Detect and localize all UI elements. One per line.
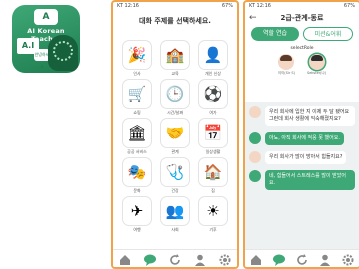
topic-label: 기후 <box>209 227 217 232</box>
status-battery: 67% <box>221 3 233 9</box>
phone-chat-screen: KT 12:16 67% ← 2급-관계-동료 역할 연습 미션&어휘 sele… <box>243 0 359 269</box>
mode-tabs: 역할 연습 미션&어휘 <box>245 25 359 43</box>
topic-label: 교육 <box>171 71 179 76</box>
shopping-cart-icon: 🛒 <box>123 80 151 108</box>
public-building-icon: 🏛 <box>123 119 151 147</box>
chat-title: 2급-관계-동료 <box>280 14 324 22</box>
topic-label: 일상생활 <box>205 149 221 154</box>
avatar <box>278 54 295 70</box>
app-icon[interactable]: A AI Korean Teacher A.I 안녕하세요 <box>12 5 80 73</box>
topic-label: 사회 <box>171 227 179 232</box>
tab-role-practice[interactable]: 역할 연습 <box>251 27 299 41</box>
settings-icon[interactable] <box>341 252 355 266</box>
calendar-icon: 📅 <box>199 119 227 147</box>
topic-item[interactable]: 📅 일상생활 <box>199 119 227 154</box>
topic-item[interactable]: 🏛 공공 서비스 <box>123 119 151 154</box>
topic-item[interactable]: ✈ 여행 <box>123 197 151 232</box>
topic-item[interactable]: 👤 개인 신상 <box>199 41 227 76</box>
tab-mission-vocab[interactable]: 미션&어휘 <box>303 27 353 41</box>
bottom-nav <box>245 249 359 267</box>
chat-header: ← 2급-관계-동료 <box>245 11 359 25</box>
topic-item[interactable]: 👥 사회 <box>161 197 189 232</box>
handshake-icon: 🤝 <box>161 119 189 147</box>
user-avatar <box>249 151 261 163</box>
school-icon: 🏫 <box>161 41 189 69</box>
topic-label: 여가 <box>209 110 217 115</box>
profile-icon[interactable] <box>318 252 332 266</box>
profile-icon[interactable] <box>193 252 207 266</box>
message-text: 우리 회사에 입한 지 이제 두 달 됐어요 그런데 회사 생활에 익숙해졌지요… <box>265 106 355 126</box>
society-icon: 👥 <box>161 197 189 225</box>
refresh-icon[interactable] <box>295 252 309 266</box>
person-icon: 👤 <box>199 41 227 69</box>
status-bar: KT 12:16 67% <box>113 2 237 11</box>
first-aid-icon: 🩺 <box>161 158 189 186</box>
message-text: 아뇨, 아직 회사에 적응 못 했어요. <box>265 132 344 145</box>
topic-item[interactable]: 🕒 시간/날짜 <box>161 80 189 115</box>
gear-icon <box>53 41 73 61</box>
topic-item[interactable]: 🎉 인사 <box>123 41 151 76</box>
status-time: KT 12:16 <box>117 3 139 9</box>
role-option[interactable]: 이이(Sir S) <box>278 54 295 76</box>
topic-label: 건강 <box>171 188 179 193</box>
house-icon: 🏠 <box>199 158 227 186</box>
topic-item[interactable]: 🏠 집 <box>199 158 227 193</box>
topic-label: 집 <box>211 188 215 193</box>
select-role-label: selectRole <box>290 46 314 51</box>
chat-area: 우리 회사에 입한 지 이제 두 달 됐어요 그런데 회사 생활에 익숙해졌지요… <box>245 102 359 249</box>
role-name: Sekster(나) <box>306 71 327 75</box>
status-battery: 67% <box>343 3 355 9</box>
chat-message: 우리 회사에 입한 지 이제 두 달 됐어요 그런데 회사 생활에 익숙해졌지요… <box>249 106 355 126</box>
topic-item[interactable]: ⚽ 여가 <box>199 80 227 115</box>
chat-message: 아뇨, 아직 회사에 적응 못 했어요. <box>249 132 355 145</box>
brain-head-icon <box>48 35 78 71</box>
user-avatar <box>249 106 261 118</box>
topic-item[interactable]: 🛒 쇼핑 <box>123 80 151 115</box>
topic-item[interactable]: 🏫 교육 <box>161 41 189 76</box>
message-text: 네, 힘들어서 스트레스를 많이 받았어요. <box>265 170 355 190</box>
home-icon[interactable] <box>118 252 132 266</box>
topic-label: 개인 신상 <box>205 71 221 76</box>
topic-label: 시간/날짜 <box>166 110 184 115</box>
topic-label: 인사 <box>133 71 141 76</box>
chat-icon[interactable] <box>272 252 286 266</box>
topic-label: 문화 <box>133 188 141 193</box>
topic-label: 여행 <box>133 227 141 232</box>
hobby-icon: ⚽ <box>199 80 227 108</box>
topic-label: 공공 서비스 <box>127 149 147 154</box>
avatar <box>308 54 325 70</box>
topic-item[interactable]: 🩺 건강 <box>161 158 189 193</box>
app-icon-chip: A <box>34 9 58 25</box>
topic-grid: 🎉 인사 🏫 교육 👤 개인 신상 🛒 쇼핑 🕒 시간/날짜 ⚽ 여가 🏛 공공 서비스 🤝 관계 📅 일상생활 🎭… <box>113 41 237 232</box>
chat-icon[interactable] <box>143 252 157 266</box>
message-text: 우리 회사가 많이 방아서 힘들지요? <box>265 151 347 164</box>
topic-item[interactable]: ☀ 기후 <box>199 197 227 232</box>
clock-icon: 🕒 <box>161 80 189 108</box>
home-icon[interactable] <box>249 252 263 266</box>
status-bar: KT 12:16 67% <box>245 2 359 11</box>
topic-item[interactable]: 🤝 관계 <box>161 119 189 154</box>
weather-icon: ☀ <box>199 197 227 225</box>
bottom-nav <box>113 249 237 267</box>
theater-masks-icon: 🎭 <box>123 158 151 186</box>
role-name: 이이(Sir S) <box>277 71 295 75</box>
chat-message: 우리 회사가 많이 방아서 힘들지요? <box>249 151 355 164</box>
page-title: 대화 주제를 선택하세요. <box>139 17 211 25</box>
role-option[interactable]: Sekster(나) <box>307 54 326 76</box>
bot-avatar <box>249 132 261 144</box>
role-selector: 이이(Sir S) Sekster(나) <box>245 54 359 76</box>
topic-label: 관계 <box>171 149 179 154</box>
status-time: KT 12:16 <box>249 3 271 9</box>
airplane-icon: ✈ <box>123 197 151 225</box>
chat-message: 네, 힘들어서 스트레스를 많이 받았어요. <box>249 170 355 190</box>
back-arrow-icon[interactable]: ← <box>249 13 259 23</box>
party-popper-icon: 🎉 <box>123 41 151 69</box>
topic-item[interactable]: 🎭 문화 <box>123 158 151 193</box>
refresh-icon[interactable] <box>168 252 182 266</box>
bot-avatar <box>249 170 261 182</box>
topic-label: 쇼핑 <box>133 110 141 115</box>
settings-icon[interactable] <box>218 252 232 266</box>
phone-topic-screen: KT 12:16 67% 대화 주제를 선택하세요. 🎉 인사 🏫 교육 👤 개인 신상 🛒… <box>111 0 239 269</box>
